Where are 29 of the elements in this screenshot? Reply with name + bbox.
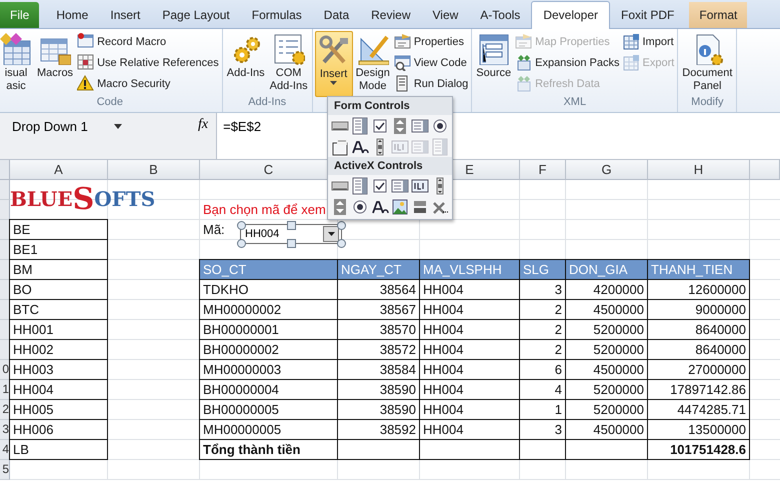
field-label: Mã:	[203, 222, 225, 237]
table-cell: LB	[9, 439, 108, 460]
table-cell: HH005	[9, 399, 108, 420]
column-heading: NGAY_CT	[337, 259, 420, 280]
column-heading: SLG	[519, 259, 566, 280]
section-title: Form Controls	[328, 97, 452, 115]
table-cell: BE	[9, 219, 108, 240]
table-cell: BM	[9, 259, 108, 280]
section-title: ActiveX Controls	[328, 157, 452, 175]
group-label: Code	[96, 96, 124, 110]
table-cell: HH002	[9, 339, 108, 360]
group-label: Modify	[690, 96, 725, 110]
column-heading: DON_GIA	[565, 259, 648, 280]
column-heading: SO_CT	[199, 259, 338, 280]
table-cell: BE1	[9, 239, 108, 260]
instruction-text: Bạn chọn mã để xem	[202, 201, 327, 219]
table-cell: HH001	[9, 319, 108, 340]
logo: BLUESOFTS	[10, 184, 156, 214]
group-label: Add-Ins	[247, 96, 288, 110]
table-cell: HH006	[9, 419, 108, 440]
table-cell: BO	[9, 279, 108, 300]
column-heading: THANH_TIEN	[647, 259, 750, 280]
column-heading: MA_VLSPHH	[419, 259, 520, 280]
group-label: XML	[562, 96, 588, 110]
total-label: Tổng thành tiền	[199, 439, 338, 460]
total-value: 101751428.6	[647, 439, 750, 460]
table-cell: HH004	[9, 379, 108, 400]
table-cell: BTC	[9, 299, 108, 320]
table-cell: HH003	[9, 359, 108, 380]
